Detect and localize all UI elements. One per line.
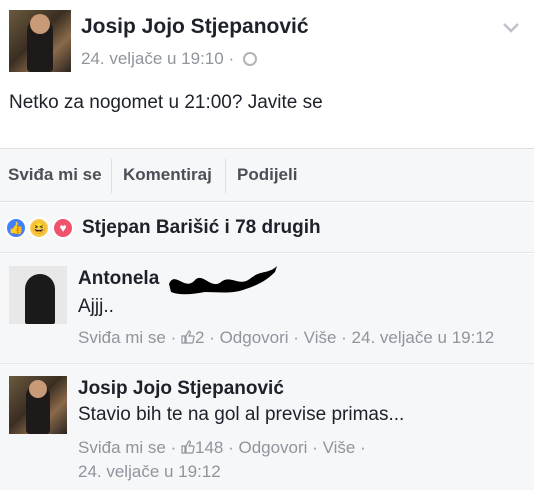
thumbs-up-icon [181, 330, 195, 344]
comment-like-link[interactable]: Sviđa mi se [78, 328, 166, 347]
author-avatar[interactable] [9, 10, 71, 72]
post-timestamp[interactable]: 24. veljače u 19:10 · [81, 49, 234, 68]
love-reaction-icon: ♥ [52, 217, 74, 239]
commenter-avatar[interactable] [9, 266, 67, 324]
thumbs-up-icon [181, 440, 195, 454]
reply-link[interactable]: Odgovori [238, 438, 307, 457]
comment-like-count[interactable]: 148 [195, 438, 223, 457]
chevron-down-icon[interactable] [500, 16, 522, 38]
like-reaction-icon: 👍 [5, 217, 27, 239]
comment-timestamp[interactable]: 24. veljače u 19:12 [78, 462, 221, 482]
post-meta: 24. veljače u 19:10 · [81, 49, 257, 69]
comment-text: Stavio bih te na gol al previse primas..… [78, 404, 405, 425]
post-text: Netko za nogomet u 21:00? Javite se [9, 92, 323, 113]
comment: Josip Jojo Stjepanović Stavio bih te na … [0, 364, 534, 490]
redaction-scribble [169, 266, 277, 295]
reactions-summary[interactable]: Stjepan Barišić i 78 drugih [82, 217, 321, 239]
post-header: Josip Jojo Stjepanović 24. veljače u 19:… [0, 0, 534, 80]
divider [111, 159, 112, 193]
haha-reaction-icon: 😆 [28, 217, 50, 239]
more-link[interactable]: Više [304, 328, 337, 347]
more-link[interactable]: Više [323, 438, 356, 457]
comment-meta: Sviđa mi se · 148 · Odgovori · Više · [78, 438, 366, 457]
like-button[interactable]: Sviđa mi se [8, 165, 102, 185]
comment-like-count[interactable]: 2 [195, 328, 204, 347]
share-button[interactable]: Podijeli [237, 165, 297, 185]
divider [225, 159, 226, 193]
comment-like-link[interactable]: Sviđa mi se [78, 438, 166, 457]
comment-timestamp[interactable]: 24. veljače u 19:12 [352, 328, 495, 347]
post-author[interactable]: Josip Jojo Stjepanović [81, 15, 309, 39]
commenter-avatar[interactable] [9, 376, 67, 434]
comment-author[interactable]: Josip Jojo Stjepanović [78, 378, 284, 400]
comment-meta: Sviđa mi se · 2 · Odgovori · Više · 24. … [78, 328, 495, 347]
globe-icon [242, 52, 257, 66]
reactions-row[interactable]: 👍 😆 ♥ Stjepan Barišić i 78 drugih [0, 203, 534, 253]
comment-author[interactable]: Antonela [78, 268, 159, 290]
comment-button[interactable]: Komentiraj [123, 165, 212, 185]
reply-link[interactable]: Odgovori [220, 328, 289, 347]
action-bar: Sviđa mi se Komentiraj Podijeli [0, 148, 534, 202]
comment-text: Ajjj.. [78, 296, 114, 317]
